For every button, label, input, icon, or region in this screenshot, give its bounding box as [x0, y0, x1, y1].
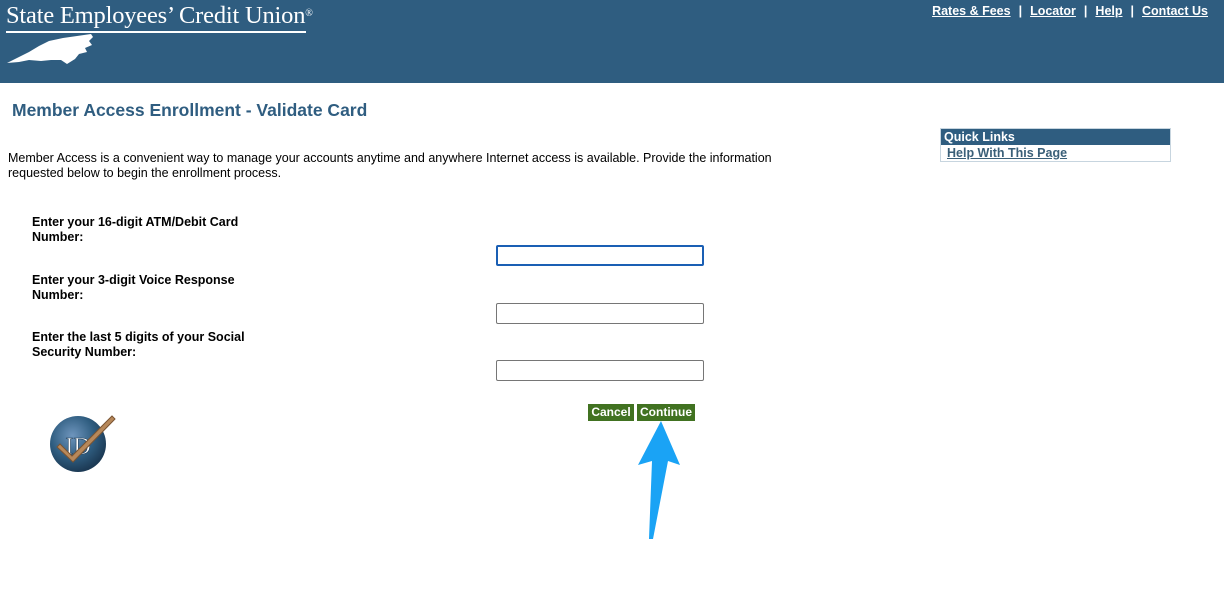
- nav-rates-fees-link[interactable]: Rates & Fees: [932, 4, 1011, 18]
- quick-links-box: Quick Links Help With This Page: [940, 128, 1171, 162]
- page-title: Member Access Enrollment - Validate Card: [12, 100, 368, 120]
- nav-separator: |: [1018, 4, 1023, 18]
- logo-text: State Employees’ Credit Union: [6, 2, 306, 29]
- intro-text: Member Access is a convenient way to man…: [8, 151, 772, 180]
- id-checkmark-icon: ID: [50, 415, 116, 472]
- nav-contact-us-link[interactable]: Contact Us: [1142, 4, 1208, 18]
- top-nav: Rates & Fees | Locator | Help | Contact Us: [932, 4, 1208, 18]
- nav-separator: |: [1130, 4, 1135, 18]
- nav-locator-link[interactable]: Locator: [1030, 4, 1076, 18]
- cancel-button[interactable]: Cancel: [588, 404, 634, 421]
- quick-links-heading: Quick Links: [941, 129, 1170, 145]
- help-with-this-page-link[interactable]: Help With This Page: [941, 145, 1170, 161]
- ssn-label: Enter the last 5 digits of your Social S…: [32, 330, 245, 359]
- site-logo[interactable]: State Employees’ Credit Union®: [6, 2, 313, 30]
- ssn-input[interactable]: [496, 360, 704, 381]
- nav-help-link[interactable]: Help: [1095, 4, 1122, 18]
- card-number-label: Enter your 16-digit ATM/Debit Card Numbe…: [32, 215, 239, 244]
- north-carolina-state-icon: [7, 34, 93, 64]
- continue-button[interactable]: Continue: [637, 404, 695, 421]
- card-number-input[interactable]: [496, 245, 704, 266]
- site-header: State Employees’ Credit Union® Rates & F…: [0, 0, 1224, 83]
- voice-response-label: Enter your 3-digit Voice Response Number…: [32, 273, 235, 302]
- logo-registered-mark: ®: [305, 8, 313, 19]
- voice-response-input[interactable]: [496, 303, 704, 324]
- annotation-arrow-icon: [638, 421, 680, 539]
- nav-separator: |: [1083, 4, 1088, 18]
